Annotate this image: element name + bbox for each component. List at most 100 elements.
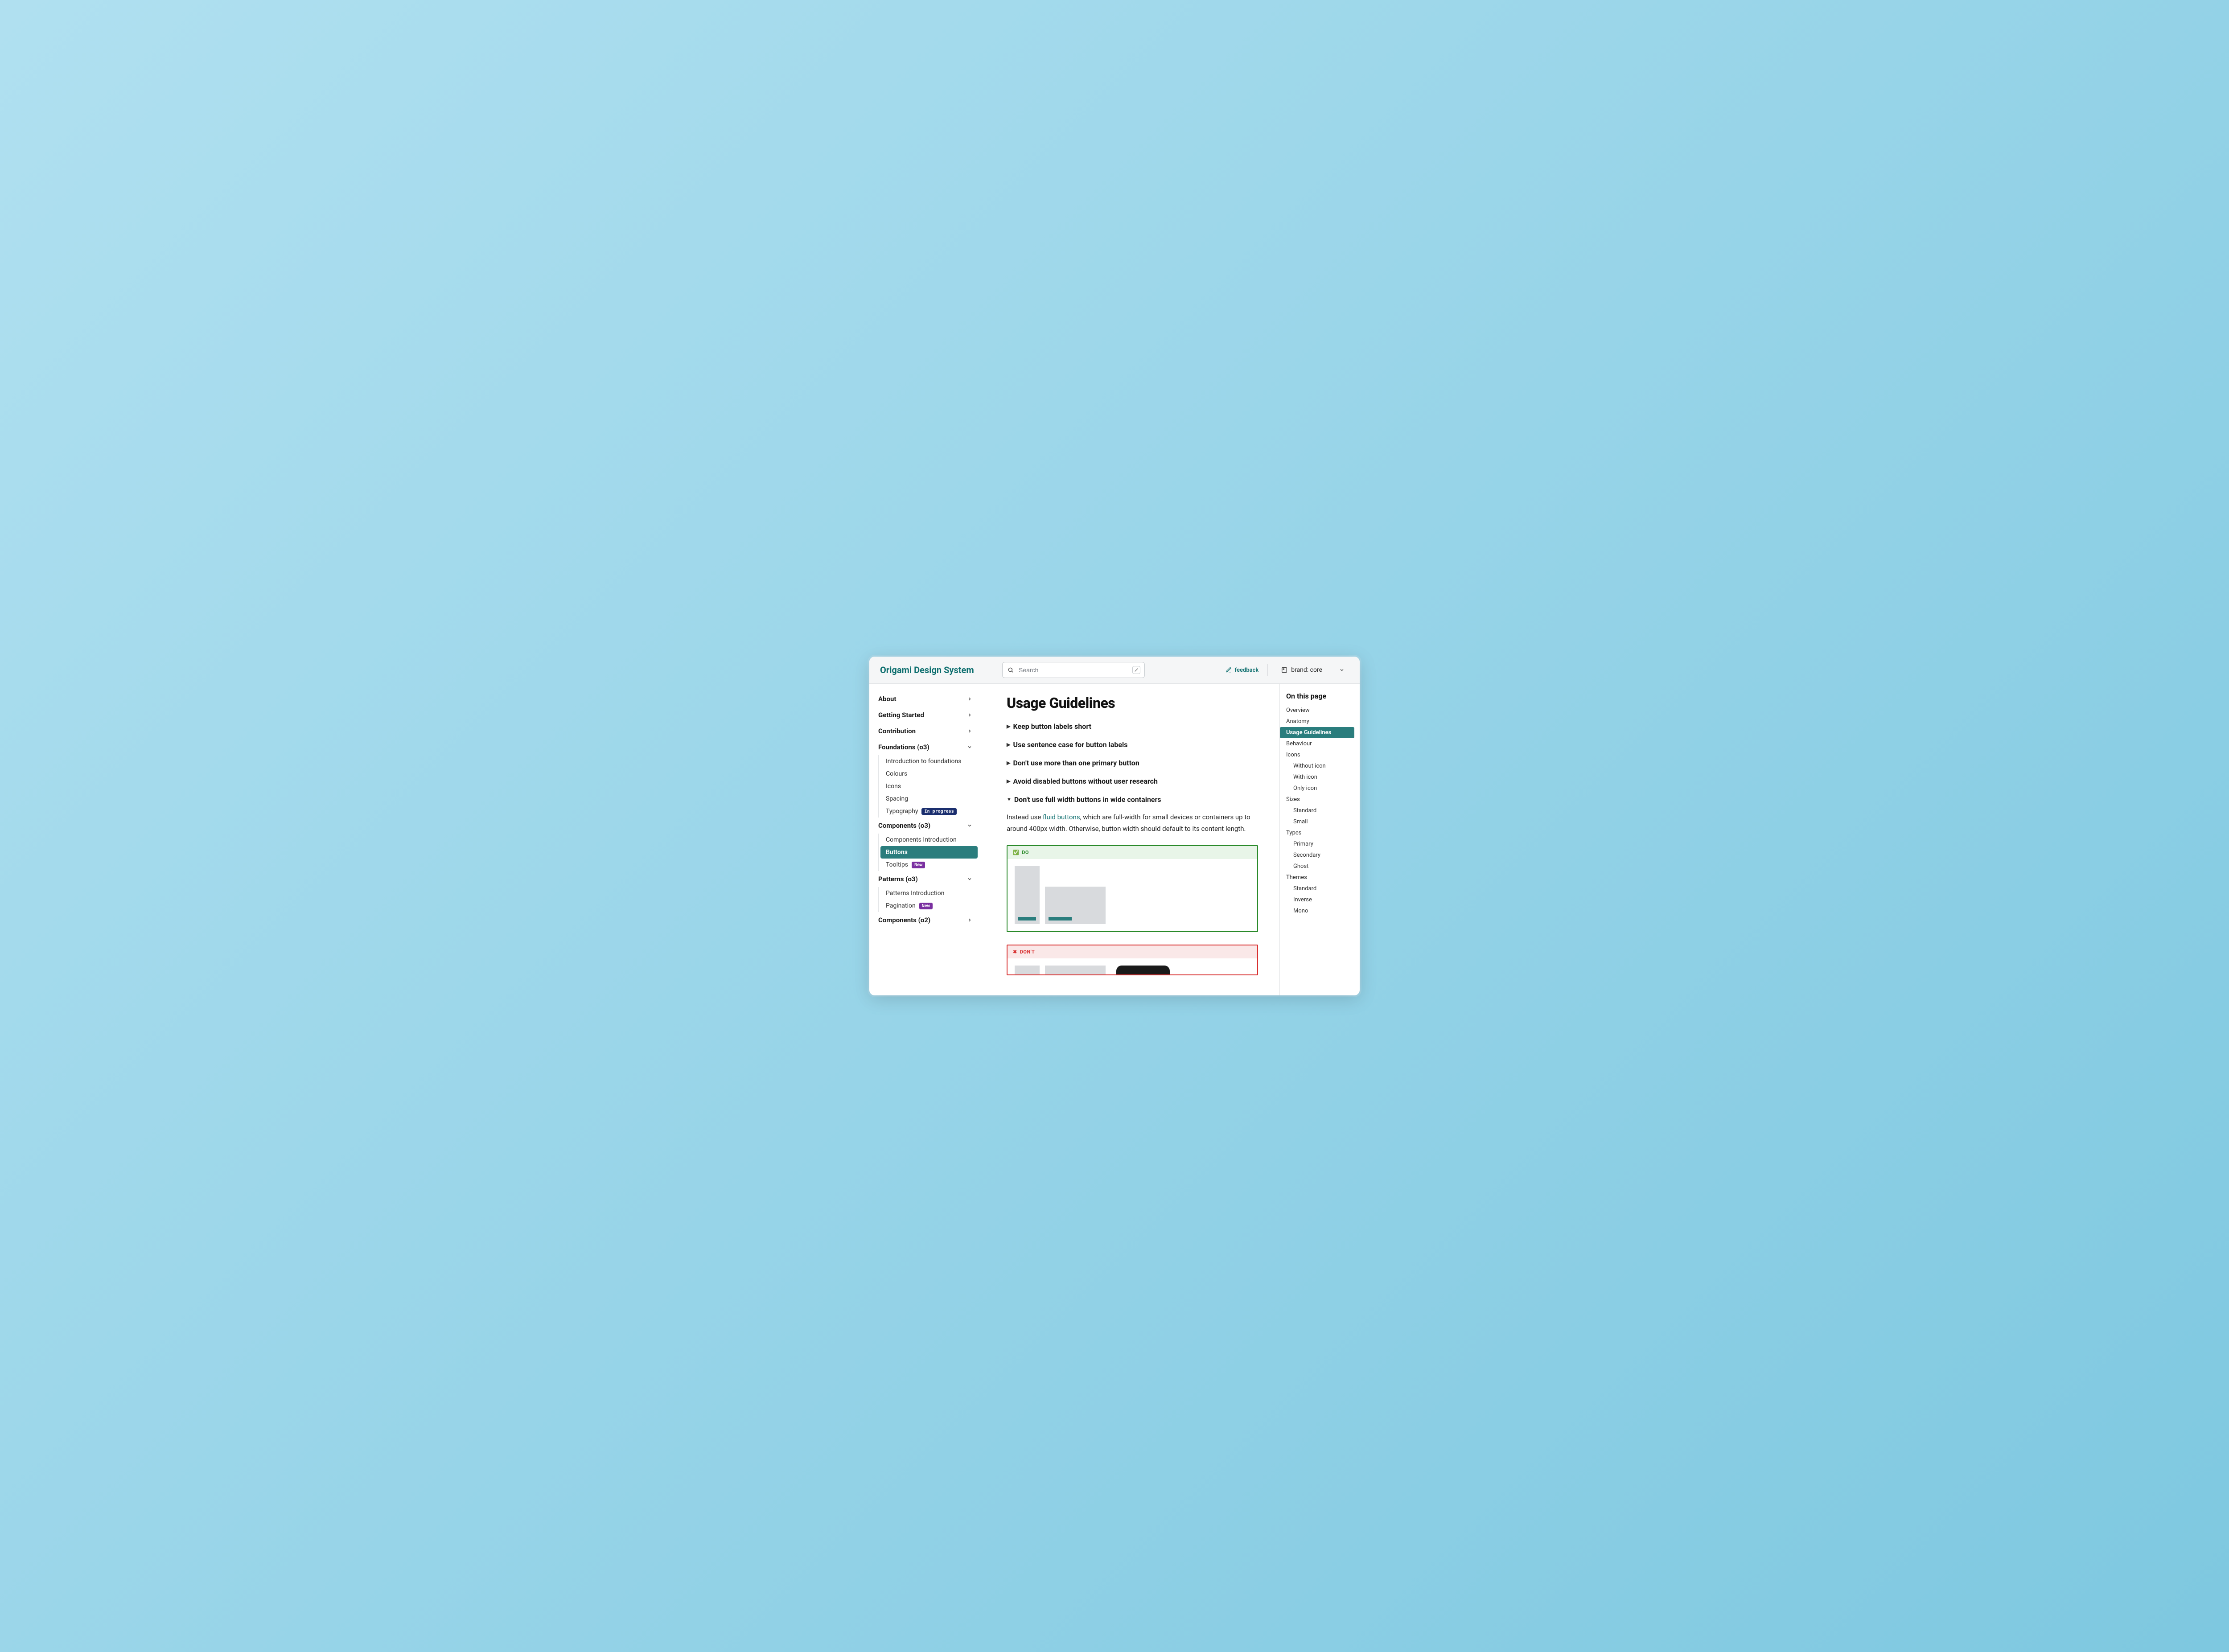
mock-card-small	[1015, 966, 1040, 974]
toc-heading: On this page	[1280, 692, 1354, 700]
sidebar-item[interactable]: TypographyIn progress	[880, 805, 978, 818]
guideline-item[interactable]: Avoid disabled buttons without user rese…	[1007, 777, 1258, 785]
search-wrap	[1002, 662, 1145, 678]
sidebar-item[interactable]: Buttons	[880, 846, 978, 859]
toc-item[interactable]: Types	[1280, 827, 1354, 838]
sidebar-item[interactable]: Patterns Introduction	[880, 887, 978, 900]
guideline-summary[interactable]: Use sentence case for button labels	[1007, 740, 1258, 749]
sidebar-item[interactable]: Tooltips New	[880, 859, 978, 871]
sidebar-item-label: Pagination	[886, 902, 916, 909]
mock-card-small	[1015, 866, 1040, 924]
sidebar-item[interactable]: Icons	[880, 780, 978, 793]
guideline-summary-label: Use sentence case for button labels	[1013, 740, 1127, 749]
divider	[1267, 664, 1268, 676]
sidebar-item[interactable]: Spacing	[880, 793, 978, 805]
toc-item[interactable]: Only icon	[1280, 783, 1354, 794]
sidebar-section-label: Patterns (o3)	[878, 875, 918, 883]
example-dont: ✖DON'T	[1007, 945, 1258, 975]
sidebar-section[interactable]: Components (o2)	[873, 912, 978, 928]
sidebar-section-label: Components (o2)	[878, 916, 930, 924]
toc-item[interactable]: Primary	[1280, 838, 1354, 850]
edit-icon	[1226, 667, 1232, 673]
chevron-right-icon	[967, 917, 972, 923]
guideline-summary[interactable]: Keep button labels short	[1007, 722, 1258, 731]
guideline-item[interactable]: Use sentence case for button labels	[1007, 740, 1258, 749]
sidebar-item[interactable]: Components Introduction	[880, 834, 978, 846]
feedback-label: feedback	[1234, 667, 1258, 674]
toc-item[interactable]: Usage Guidelines	[1280, 727, 1354, 738]
sidebar-item-label: Introduction to foundations	[886, 758, 961, 765]
brand-select[interactable]: brand: core	[1277, 664, 1349, 676]
example-dont-label: DON'T	[1020, 949, 1035, 955]
toc-item[interactable]: Sizes	[1280, 794, 1354, 805]
fluid-buttons-link[interactable]: fluid buttons	[1043, 813, 1080, 821]
toc-item[interactable]: Icons	[1280, 749, 1354, 760]
chevron-down-icon	[967, 876, 972, 882]
search-input[interactable]	[1002, 662, 1145, 678]
toc-item[interactable]: Anatomy	[1280, 716, 1354, 727]
toc-item[interactable]: With icon	[1280, 772, 1354, 783]
toc-item[interactable]: Standard	[1280, 805, 1354, 816]
sidebar-item-label: Colours	[886, 770, 907, 777]
toc-item[interactable]: Overview	[1280, 705, 1354, 716]
sidebar-item[interactable]: Introduction to foundations	[880, 755, 978, 768]
status-badge: New	[919, 903, 933, 909]
sidebar-section[interactable]: Contribution	[873, 723, 978, 739]
toc-item[interactable]: Mono	[1280, 905, 1354, 916]
mock-card-wide	[1045, 887, 1106, 924]
sidebar-item[interactable]: Colours	[880, 768, 978, 780]
sidebar: AboutGetting Started Contribution Foundati…	[869, 684, 985, 995]
toc-item[interactable]: Without icon	[1280, 760, 1354, 772]
sidebar-subnav: Introduction to foundations Colours Icons S…	[878, 755, 978, 818]
guideline-item[interactable]: Don't use full width buttons in wide con…	[1007, 795, 1258, 975]
toc-item[interactable]: Inverse	[1280, 894, 1354, 905]
mock-button	[1049, 917, 1072, 921]
sidebar-section[interactable]: Patterns (o3)	[873, 871, 978, 887]
toc-item[interactable]: Behaviour	[1280, 738, 1354, 749]
chevron-right-icon	[967, 696, 972, 702]
sidebar-subnav: Components Introduction Buttons Tooltips Ne…	[878, 834, 978, 871]
status-badge: New	[912, 862, 925, 868]
mock-dark-widget	[1116, 966, 1170, 974]
sidebar-section[interactable]: Foundations (o3)	[873, 739, 978, 755]
toc-item[interactable]: Ghost	[1280, 861, 1354, 872]
chevron-down-icon	[1339, 667, 1345, 673]
sidebar-item-label: Typography	[886, 808, 918, 815]
sidebar-section[interactable]: Getting Started	[873, 707, 978, 723]
sidebar-item-label: Spacing	[886, 795, 908, 802]
guideline-summary[interactable]: Don't use full width buttons in wide con…	[1007, 795, 1258, 804]
app-window: Origami Design System feedback	[869, 657, 1360, 995]
sidebar-section[interactable]: About	[873, 691, 978, 707]
topbar: Origami Design System feedback	[869, 657, 1360, 684]
toc-item[interactable]: Themes	[1280, 872, 1354, 883]
guideline-summary[interactable]: Don't use more than one primary button	[1007, 759, 1258, 767]
guideline-body: Instead use fluid buttons, which are ful…	[1007, 812, 1258, 834]
sidebar-subnav: Patterns IntroductionPaginationNew	[878, 887, 978, 912]
feedback-link[interactable]: feedback	[1226, 667, 1258, 674]
check-icon: ✅	[1013, 850, 1019, 855]
brand-label: brand: core	[1291, 666, 1322, 674]
status-badge: In progress	[921, 808, 956, 815]
toc-item[interactable]: Small	[1280, 816, 1354, 827]
sidebar-item[interactable]: PaginationNew	[880, 900, 978, 912]
toc-item[interactable]: Standard	[1280, 883, 1354, 894]
guideline-summary-label: Keep button labels short	[1013, 722, 1091, 731]
sidebar-item-label: Buttons	[886, 849, 908, 856]
body: AboutGetting Started Contribution Foundati…	[869, 684, 1360, 995]
guideline-summary-label: Avoid disabled buttons without user rese…	[1013, 777, 1157, 785]
toc: On this page OverviewAnatomyUsage Guidel…	[1279, 684, 1360, 995]
sidebar-item-label: Icons	[886, 783, 901, 790]
guideline-summary[interactable]: Avoid disabled buttons without user rese…	[1007, 777, 1258, 785]
sidebar-item-label: Tooltips	[886, 861, 908, 868]
guideline-item[interactable]: Don't use more than one primary button	[1007, 759, 1258, 767]
search-shortcut-icon	[1132, 666, 1140, 674]
toc-item[interactable]: Secondary	[1280, 850, 1354, 861]
top-actions: feedback brand: core	[1226, 664, 1349, 676]
sidebar-section-label: Contribution	[878, 727, 916, 735]
guideline-item[interactable]: Keep button labels short	[1007, 722, 1258, 731]
example-dont-header: ✖DON'T	[1008, 945, 1257, 958]
example-do: ✅DO	[1007, 845, 1258, 932]
logo[interactable]: Origami Design System	[880, 665, 991, 675]
sidebar-section[interactable]: Components (o3)	[873, 818, 978, 834]
example-do-header: ✅DO	[1008, 846, 1257, 859]
